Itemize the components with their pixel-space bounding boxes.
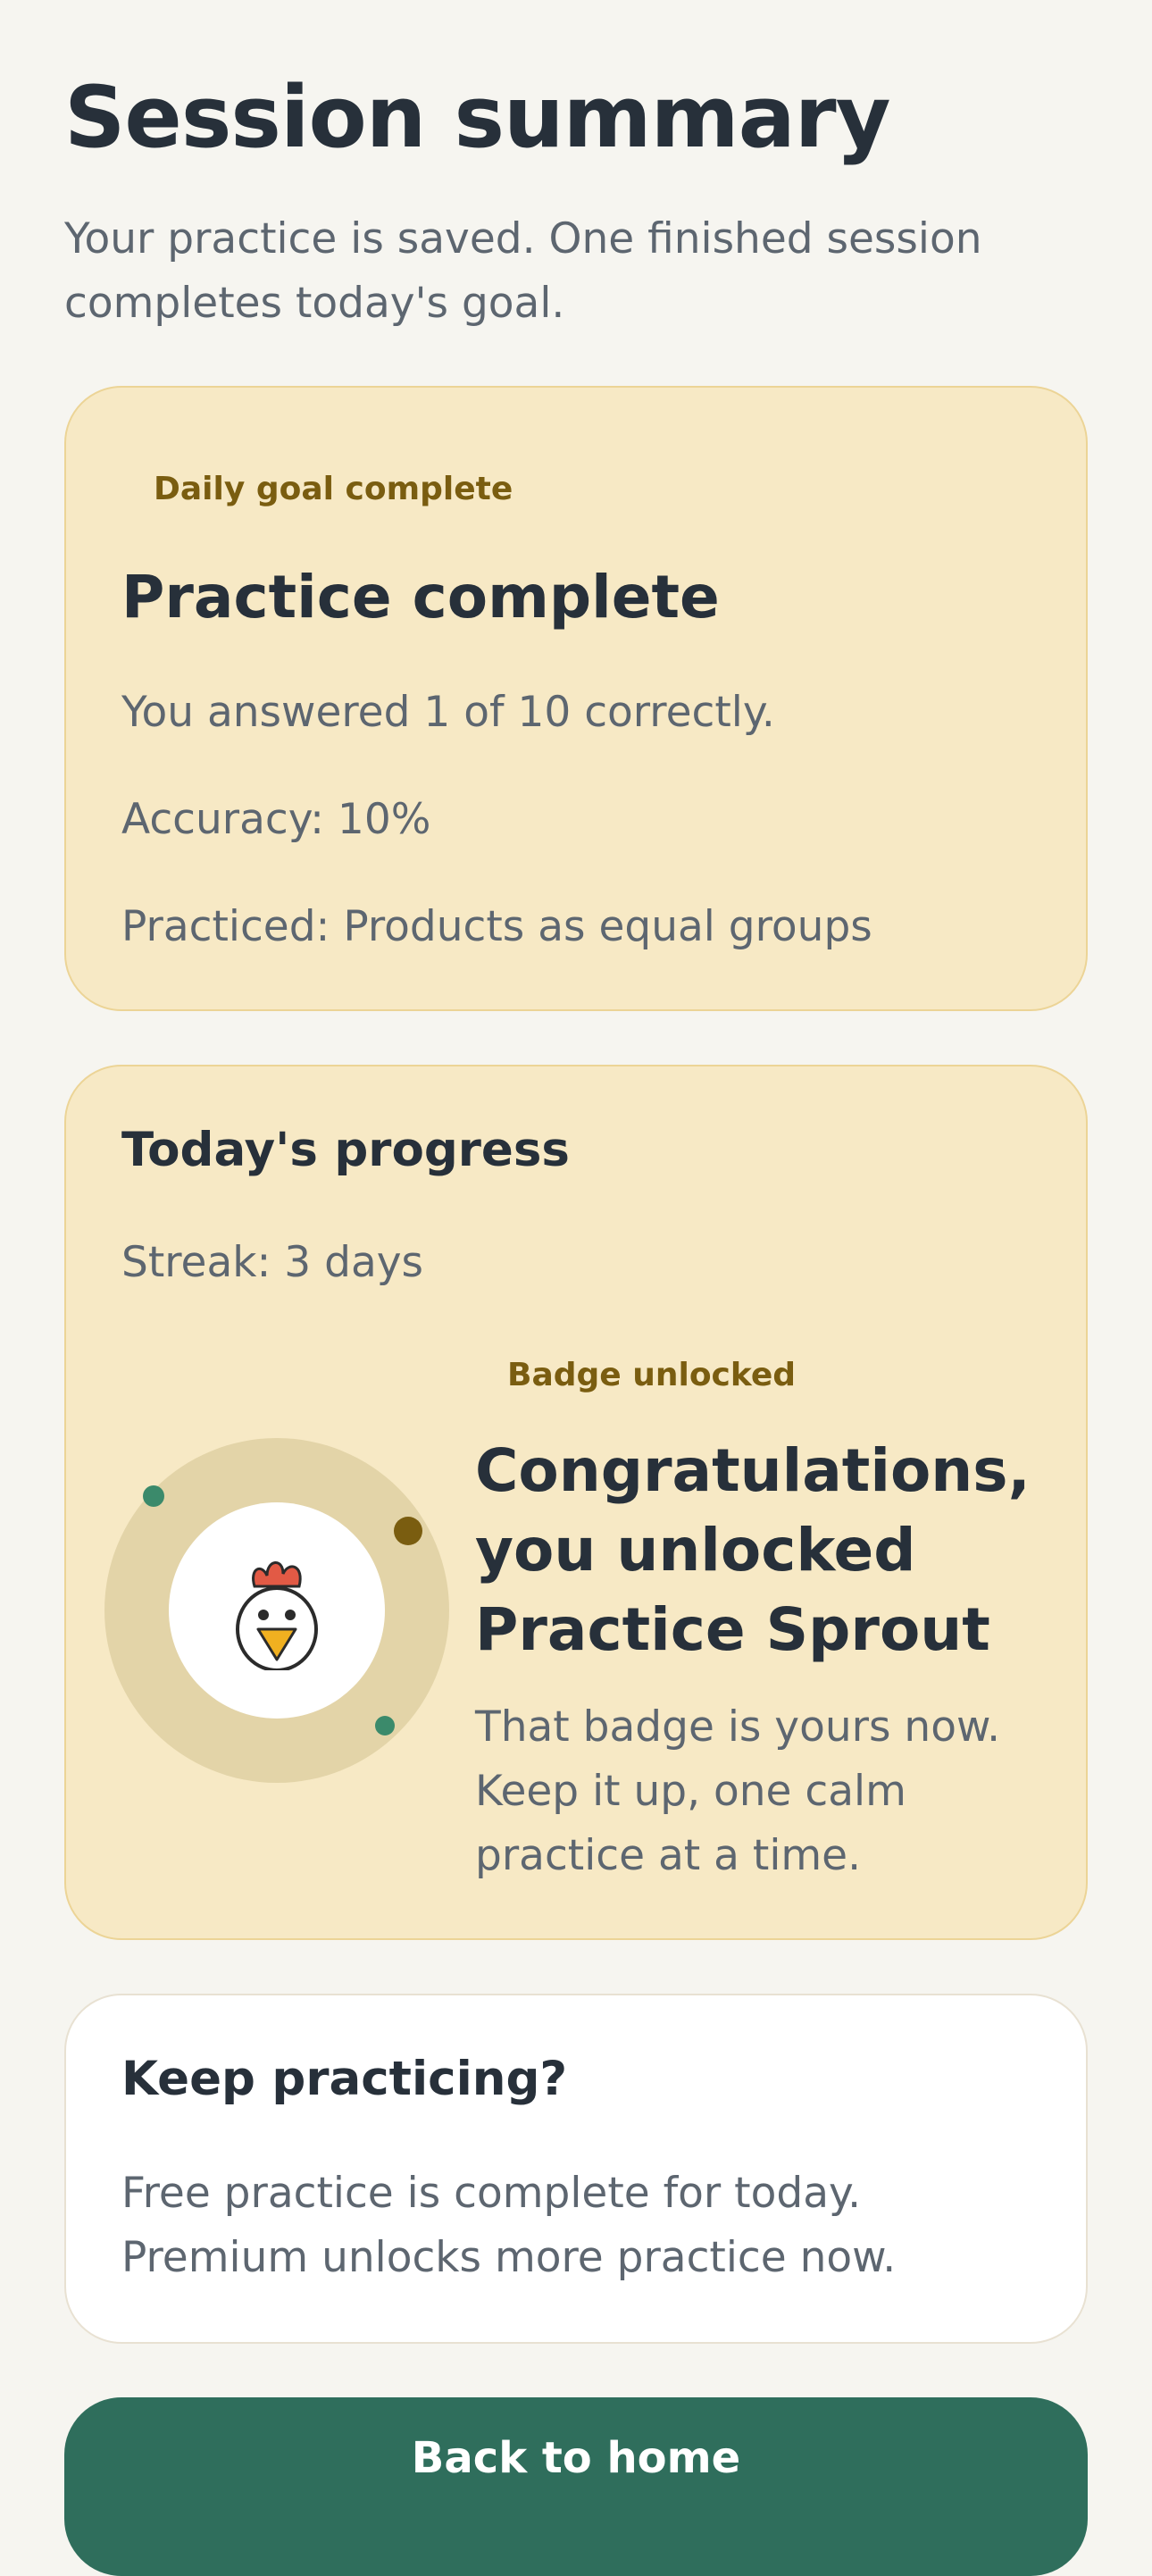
answered-count: You answered 1 of 10 correctly. [121, 688, 775, 737]
accuracy-value: Accuracy: 10% [121, 795, 431, 844]
upsell-body: Free practice is complete for today. Pre… [121, 2169, 897, 2282]
streak-value: Streak: 3 days [121, 1238, 424, 1287]
page-subtitle: Your practice is saved. One finished ses… [64, 214, 982, 328]
decor-dot-green [143, 1485, 164, 1507]
badge-body: That badge is yours now. Keep it up, one… [475, 1702, 1001, 1880]
progress-card: Today's progress Streak: 3 days Badge un… [64, 1065, 1088, 1940]
decor-dot-brown [394, 1517, 422, 1545]
back-to-home-button[interactable]: Back to home [64, 2397, 1088, 2576]
progress-title: Today's progress [121, 1123, 570, 1177]
chicken-icon [236, 1561, 318, 1670]
practiced-topic: Practiced: Products as equal groups [121, 902, 872, 951]
decor-dot-green-small [375, 1716, 395, 1735]
upsell-card: Keep practicing? Free practice is comple… [64, 1994, 1088, 2344]
daily-goal-badge-label: Daily goal complete [154, 471, 513, 507]
page-title: Session summary [64, 69, 891, 167]
badge-title: Congratulations, you unlocked Practice S… [475, 1436, 1031, 1664]
badge-message: Congratulations, you unlocked Practice S… [475, 1431, 1047, 1895]
back-to-home-label: Back to home [411, 2433, 741, 2483]
upsell-title: Keep practicing? [121, 2052, 568, 2106]
badge-unlocked-label: Badge unlocked [507, 1357, 797, 1393]
badge-icon-circle [169, 1502, 385, 1719]
result-title: Practice complete [121, 563, 720, 631]
result-card: Daily goal complete Practice complete Yo… [64, 386, 1088, 1011]
